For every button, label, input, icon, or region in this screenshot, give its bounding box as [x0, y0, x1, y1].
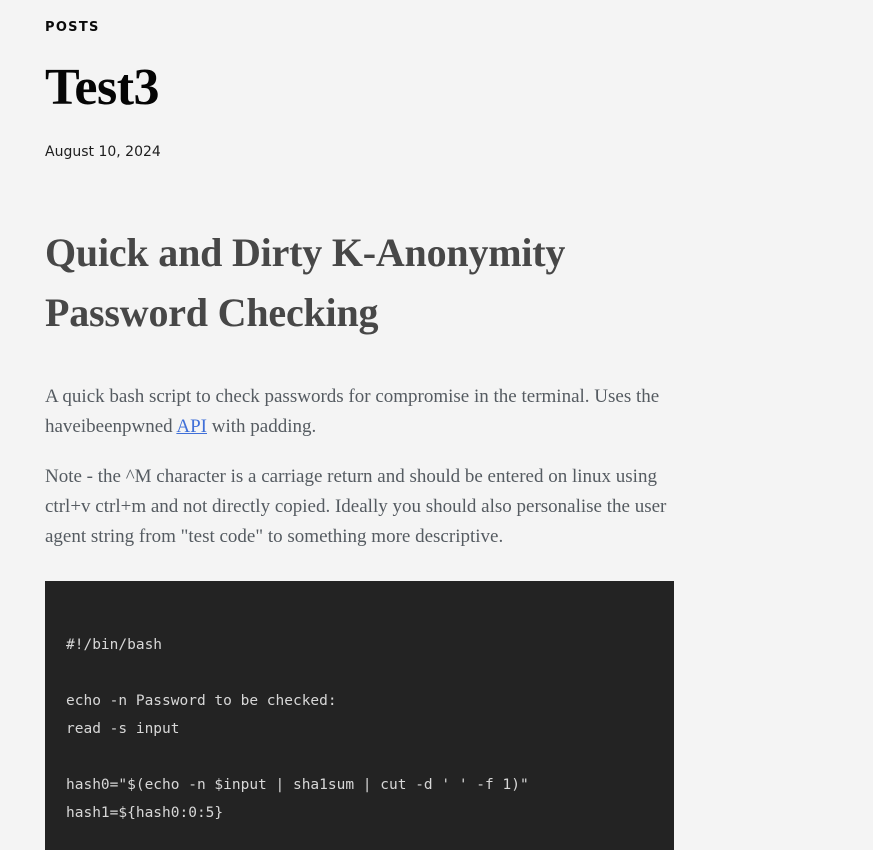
- section-label-posts[interactable]: POSTS: [45, 0, 674, 36]
- article-paragraph-1: A quick bash script to check passwords f…: [45, 343, 674, 442]
- article-body: Quick and Dirty K-Anonymity Password Che…: [45, 161, 674, 850]
- blog-post-page: POSTS Test3 August 10, 2024 Quick and Di…: [0, 0, 873, 850]
- article-paragraph-2: Note - the ^M character is a carriage re…: [45, 466, 667, 547]
- code-block-content: #!/bin/bash echo -n Password to be checke…: [66, 603, 653, 827]
- haveibeenpwned-api-link[interactable]: API: [176, 416, 207, 437]
- paragraph-1-text-before-link: A quick bash script to check passwords f…: [45, 386, 660, 437]
- code-line: read -s input: [66, 721, 180, 737]
- paragraph-1-text-after-link: with padding.: [207, 416, 317, 437]
- article-heading: Quick and Dirty K-Anonymity Password Che…: [45, 230, 566, 335]
- code-line: hash0="$(echo -n $input | sha1sum | cut …: [66, 777, 529, 793]
- code-block[interactable]: #!/bin/bash echo -n Password to be checke…: [45, 581, 674, 850]
- page-title: Test3: [45, 59, 160, 116]
- code-line: hash1=${hash0:0:5}: [66, 805, 224, 821]
- post-date: August 10, 2024: [45, 144, 161, 160]
- content-column: POSTS Test3 August 10, 2024 Quick and Di…: [45, 0, 674, 850]
- code-line: #!/bin/bash: [66, 637, 163, 653]
- code-line: echo -n Password to be checked:: [66, 693, 337, 709]
